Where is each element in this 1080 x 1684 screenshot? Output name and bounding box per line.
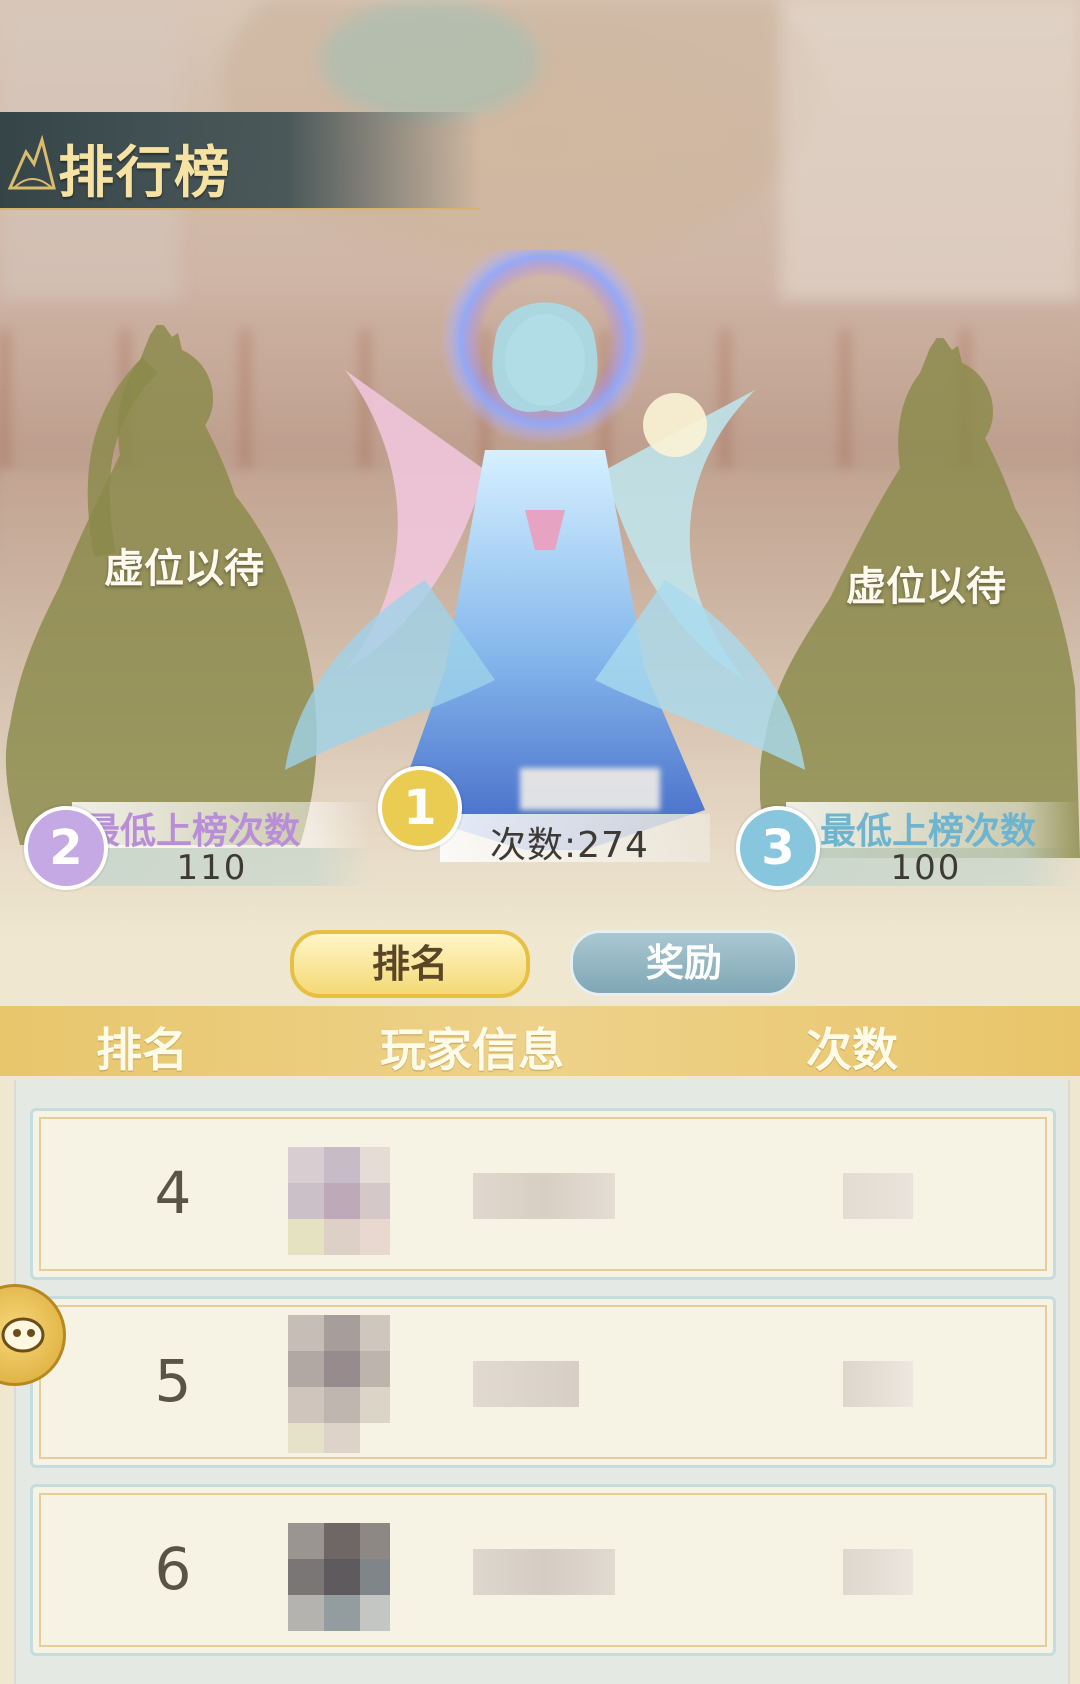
rank-3-medal: 3: [736, 806, 820, 890]
table-row[interactable]: 5: [30, 1296, 1056, 1468]
avatar[interactable]: [258, 1315, 398, 1453]
column-count: 次数: [806, 1023, 898, 1077]
player-name-hidden: [473, 1173, 615, 1219]
tab-bar: 排名 奖励: [0, 930, 1080, 1000]
third-min-label: 最低上榜次数: [820, 811, 1037, 852]
first-place-name-hidden: [520, 768, 660, 810]
mask-icon: [1, 1317, 45, 1353]
table-row[interactable]: 6: [30, 1484, 1056, 1656]
vacant-label-second: 虚位以待: [104, 546, 264, 592]
second-min-label: 最低上榜次数: [84, 811, 301, 852]
player-count-hidden: [843, 1361, 913, 1407]
player-name-hidden: [473, 1549, 615, 1595]
row-rank: 4: [154, 1159, 192, 1227]
second-min-value: 110: [176, 848, 248, 888]
player-count-hidden: [843, 1173, 913, 1219]
player-name-hidden: [473, 1361, 579, 1407]
tab-ranking[interactable]: 排名: [290, 930, 530, 998]
column-player-info: 玩家信息: [380, 1023, 564, 1077]
column-rank: 排名: [96, 1023, 188, 1077]
tab-rewards[interactable]: 奖励: [570, 930, 798, 996]
mountain-icon: [8, 134, 56, 190]
rank-2-medal: 2: [24, 806, 108, 890]
third-min-value: 100: [890, 848, 962, 888]
table-row[interactable]: 4: [30, 1108, 1056, 1280]
side-mask-button[interactable]: [0, 1284, 66, 1386]
player-count-hidden: [843, 1549, 913, 1595]
title-banner: 排行榜: [0, 112, 480, 210]
row-rank: 5: [154, 1347, 192, 1415]
avatar[interactable]: [258, 1503, 398, 1639]
page-title: 排行榜: [58, 141, 232, 206]
first-place-count: 次数:274: [490, 825, 649, 866]
row-rank: 6: [154, 1535, 192, 1603]
vacant-label-third: 虚位以待: [846, 564, 1006, 610]
avatar[interactable]: [258, 1127, 398, 1263]
rank-1-medal: 1: [378, 766, 462, 850]
table-header: 排名 玩家信息 次数: [0, 1006, 1080, 1077]
